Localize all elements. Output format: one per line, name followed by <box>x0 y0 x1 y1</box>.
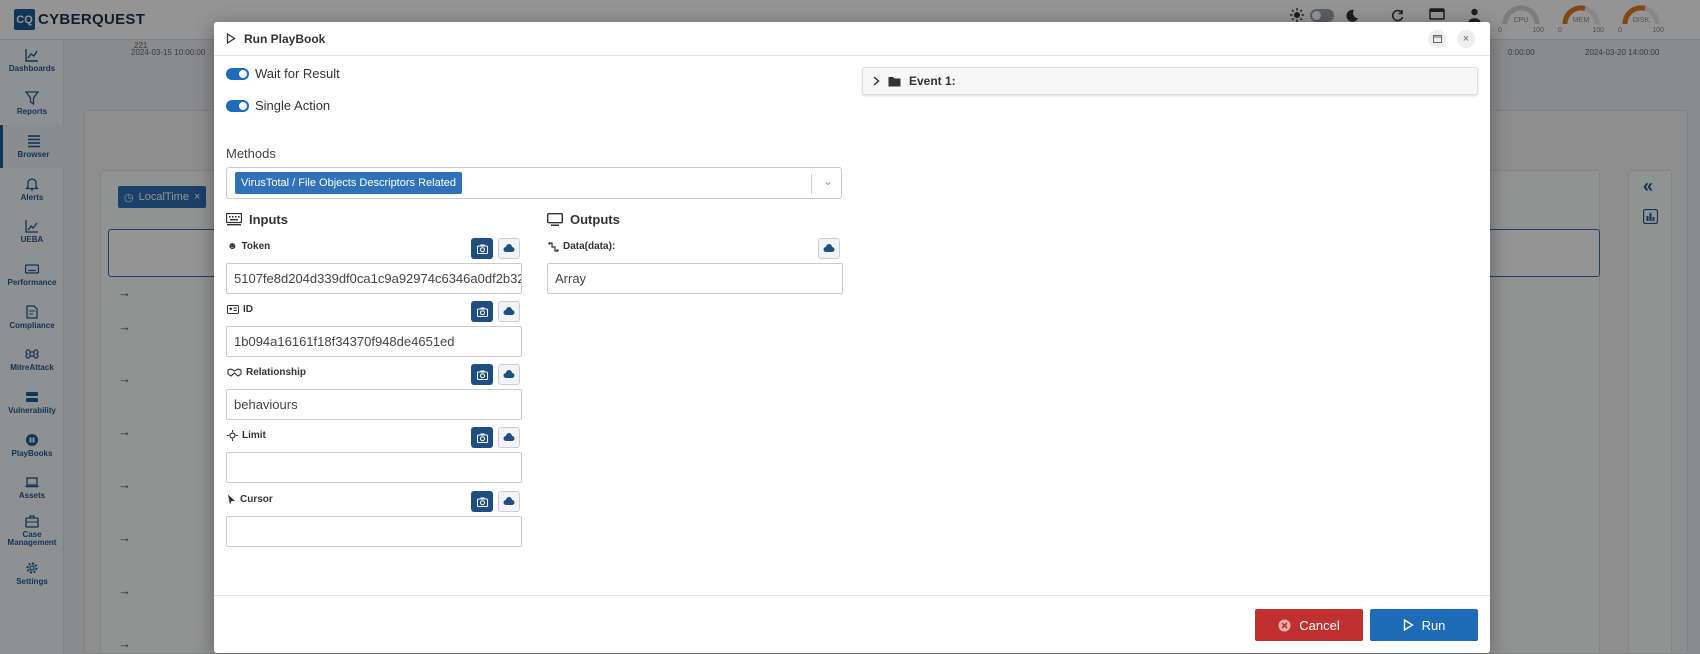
token-input[interactable]: 5107fe8d204d339df0ca1c9a92974c6346a0df2b… <box>226 263 522 294</box>
run-playbook-dialog: Run PlayBook × Wait for Result Single Ac… <box>214 22 1490 653</box>
cloud-icon <box>823 244 835 252</box>
camera-button[interactable] <box>471 301 493 322</box>
single-action-row: Single Action <box>226 98 330 113</box>
outputs-heading: Outputs <box>547 212 620 227</box>
run-button[interactable]: Run <box>1370 609 1478 641</box>
camera-button[interactable] <box>471 427 493 448</box>
wait-for-result-toggle[interactable] <box>226 67 249 80</box>
cloud-icon <box>503 370 515 378</box>
monitor-icon <box>547 212 563 226</box>
camera-icon <box>476 244 488 254</box>
field-label: Cursor <box>240 494 273 505</box>
id-input[interactable]: 1b094a16161f18f34370f948de4651ed <box>226 326 522 357</box>
field-label: Data(data): <box>563 241 616 252</box>
cursor-icon <box>228 494 235 505</box>
field-label: Token <box>241 241 271 252</box>
dialog-footer: Cancel Run <box>214 595 1490 653</box>
data-output-input[interactable]: Array <box>547 263 843 294</box>
cloud-icon <box>503 433 515 441</box>
cancel-button[interactable]: Cancel <box>1255 609 1363 641</box>
token-label-row: ☻ Token <box>227 241 270 252</box>
single-action-toggle[interactable] <box>226 99 249 112</box>
camera-icon <box>476 497 488 507</box>
limit-input[interactable] <box>226 452 522 483</box>
chevron-right-icon <box>873 76 880 86</box>
chevron-down-icon[interactable]: ⌄ <box>823 174 833 188</box>
methods-select[interactable]: VirusTotal / File Objects Descriptors Re… <box>226 167 842 199</box>
limit-label-row: Limit <box>227 430 266 441</box>
cloud-button[interactable] <box>818 238 840 259</box>
selected-method-chip[interactable]: VirusTotal / File Objects Descriptors Re… <box>235 172 462 194</box>
wait-for-result-row: Wait for Result <box>226 66 340 81</box>
cursor-label-row: Cursor <box>227 494 273 505</box>
camera-button[interactable] <box>471 491 493 512</box>
cloud-button[interactable] <box>498 491 520 512</box>
inputs-title: Inputs <box>249 212 288 227</box>
relationship-input[interactable]: behaviours <box>226 389 522 420</box>
cancel-icon <box>1278 619 1291 631</box>
link-icon <box>548 241 559 252</box>
camera-button[interactable] <box>471 238 493 259</box>
cloud-button[interactable] <box>498 238 520 259</box>
play-icon <box>1403 619 1414 631</box>
handshake-icon <box>227 368 242 377</box>
limit-icon <box>227 430 238 441</box>
folder-icon <box>888 76 901 86</box>
close-button[interactable]: × <box>1457 30 1475 48</box>
field-label: ID <box>243 304 253 315</box>
maximize-icon <box>1432 35 1442 43</box>
camera-icon <box>476 433 488 443</box>
camera-icon <box>476 370 488 380</box>
event-title: Event 1: <box>909 74 956 88</box>
close-icon: × <box>1462 33 1470 45</box>
relationship-label-row: Relationship <box>227 367 306 378</box>
methods-label: Methods <box>226 146 276 161</box>
single-action-label: Single Action <box>255 98 331 113</box>
id-card-icon <box>227 305 239 314</box>
maximize-button[interactable] <box>1428 30 1446 48</box>
wait-for-result-label: Wait for Result <box>255 66 340 81</box>
select-divider <box>811 174 812 194</box>
cloud-icon <box>503 307 515 315</box>
keyboard-icon <box>226 213 242 226</box>
dialog-title: Run PlayBook <box>244 31 326 46</box>
cancel-label: Cancel <box>1299 617 1340 633</box>
inputs-heading: Inputs <box>226 212 288 227</box>
cloud-button[interactable] <box>498 364 520 385</box>
id-label-row: ID <box>227 304 253 315</box>
token-icon: ☻ <box>227 241 238 252</box>
event-panel[interactable]: Event 1: <box>862 67 1478 95</box>
camera-icon <box>476 307 488 317</box>
data-label-row: Data(data): <box>548 241 615 252</box>
cloud-icon <box>503 497 515 505</box>
field-label: Limit <box>242 430 266 441</box>
cursor-input[interactable] <box>226 516 522 547</box>
cloud-button[interactable] <box>498 301 520 322</box>
play-icon <box>226 33 236 44</box>
cloud-icon <box>503 244 515 252</box>
cloud-button[interactable] <box>498 427 520 448</box>
field-label: Relationship <box>246 367 307 378</box>
dialog-header: Run PlayBook × <box>214 22 1490 56</box>
run-label: Run <box>1421 617 1446 633</box>
outputs-title: Outputs <box>570 212 620 227</box>
camera-button[interactable] <box>471 364 493 385</box>
